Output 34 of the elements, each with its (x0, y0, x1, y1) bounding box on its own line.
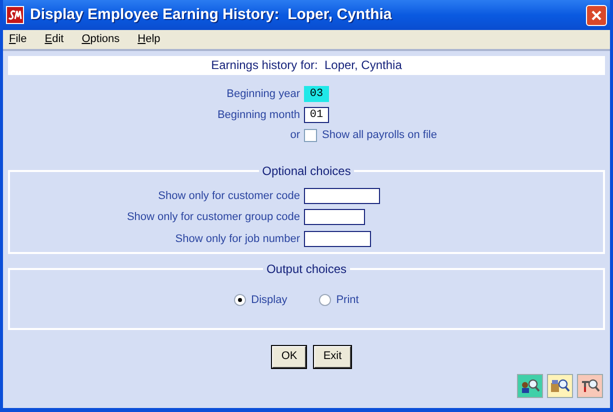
radio-option[interactable]: Print (319, 292, 359, 308)
tool-magnifier-icon (580, 376, 600, 394)
group-title: Optional choices (261, 162, 352, 180)
input-field[interactable]: 03 (304, 86, 329, 102)
field-label: Show only for customer code (157, 188, 301, 204)
people-magnifier-icon (520, 376, 540, 394)
radio-option[interactable]: Display (234, 292, 288, 308)
close-icon (591, 10, 602, 20)
people-search-button[interactable] (517, 374, 543, 398)
menu-item[interactable]: Help (136, 31, 162, 48)
field-label: Show only for customer group code (126, 210, 301, 225)
menu-item[interactable]: Options (80, 31, 122, 48)
menu-item[interactable]: Edit (42, 31, 66, 48)
tool-search-button[interactable] (577, 374, 603, 398)
group-title: Output choices (265, 260, 348, 278)
menu-item[interactable]: File (7, 31, 29, 48)
box-magnifier-icon (550, 376, 570, 394)
input-field[interactable] (304, 209, 365, 226)
field-label: Beginning month (216, 108, 301, 122)
app-icon (6, 6, 24, 24)
dialog-button[interactable]: Exit (314, 346, 351, 368)
header-banner: Earnings history for: Loper, Cynthia (8, 56, 605, 75)
close-button[interactable] (586, 4, 607, 26)
or-label: or (289, 128, 301, 143)
input-field[interactable] (304, 188, 380, 204)
checkbox-label: Show all payrolls on file (322, 128, 437, 143)
box-search-button[interactable] (547, 374, 573, 398)
field-label: Beginning year (226, 87, 301, 102)
field-label: Show only for job number (174, 232, 301, 246)
window-title: Display Employee Earning History: Loper, Cynthia (30, 4, 392, 25)
input-field[interactable]: 01 (304, 106, 329, 123)
dialog-button[interactable]: OK (272, 346, 306, 368)
checkbox[interactable] (304, 128, 317, 142)
input-field[interactable] (304, 230, 371, 247)
